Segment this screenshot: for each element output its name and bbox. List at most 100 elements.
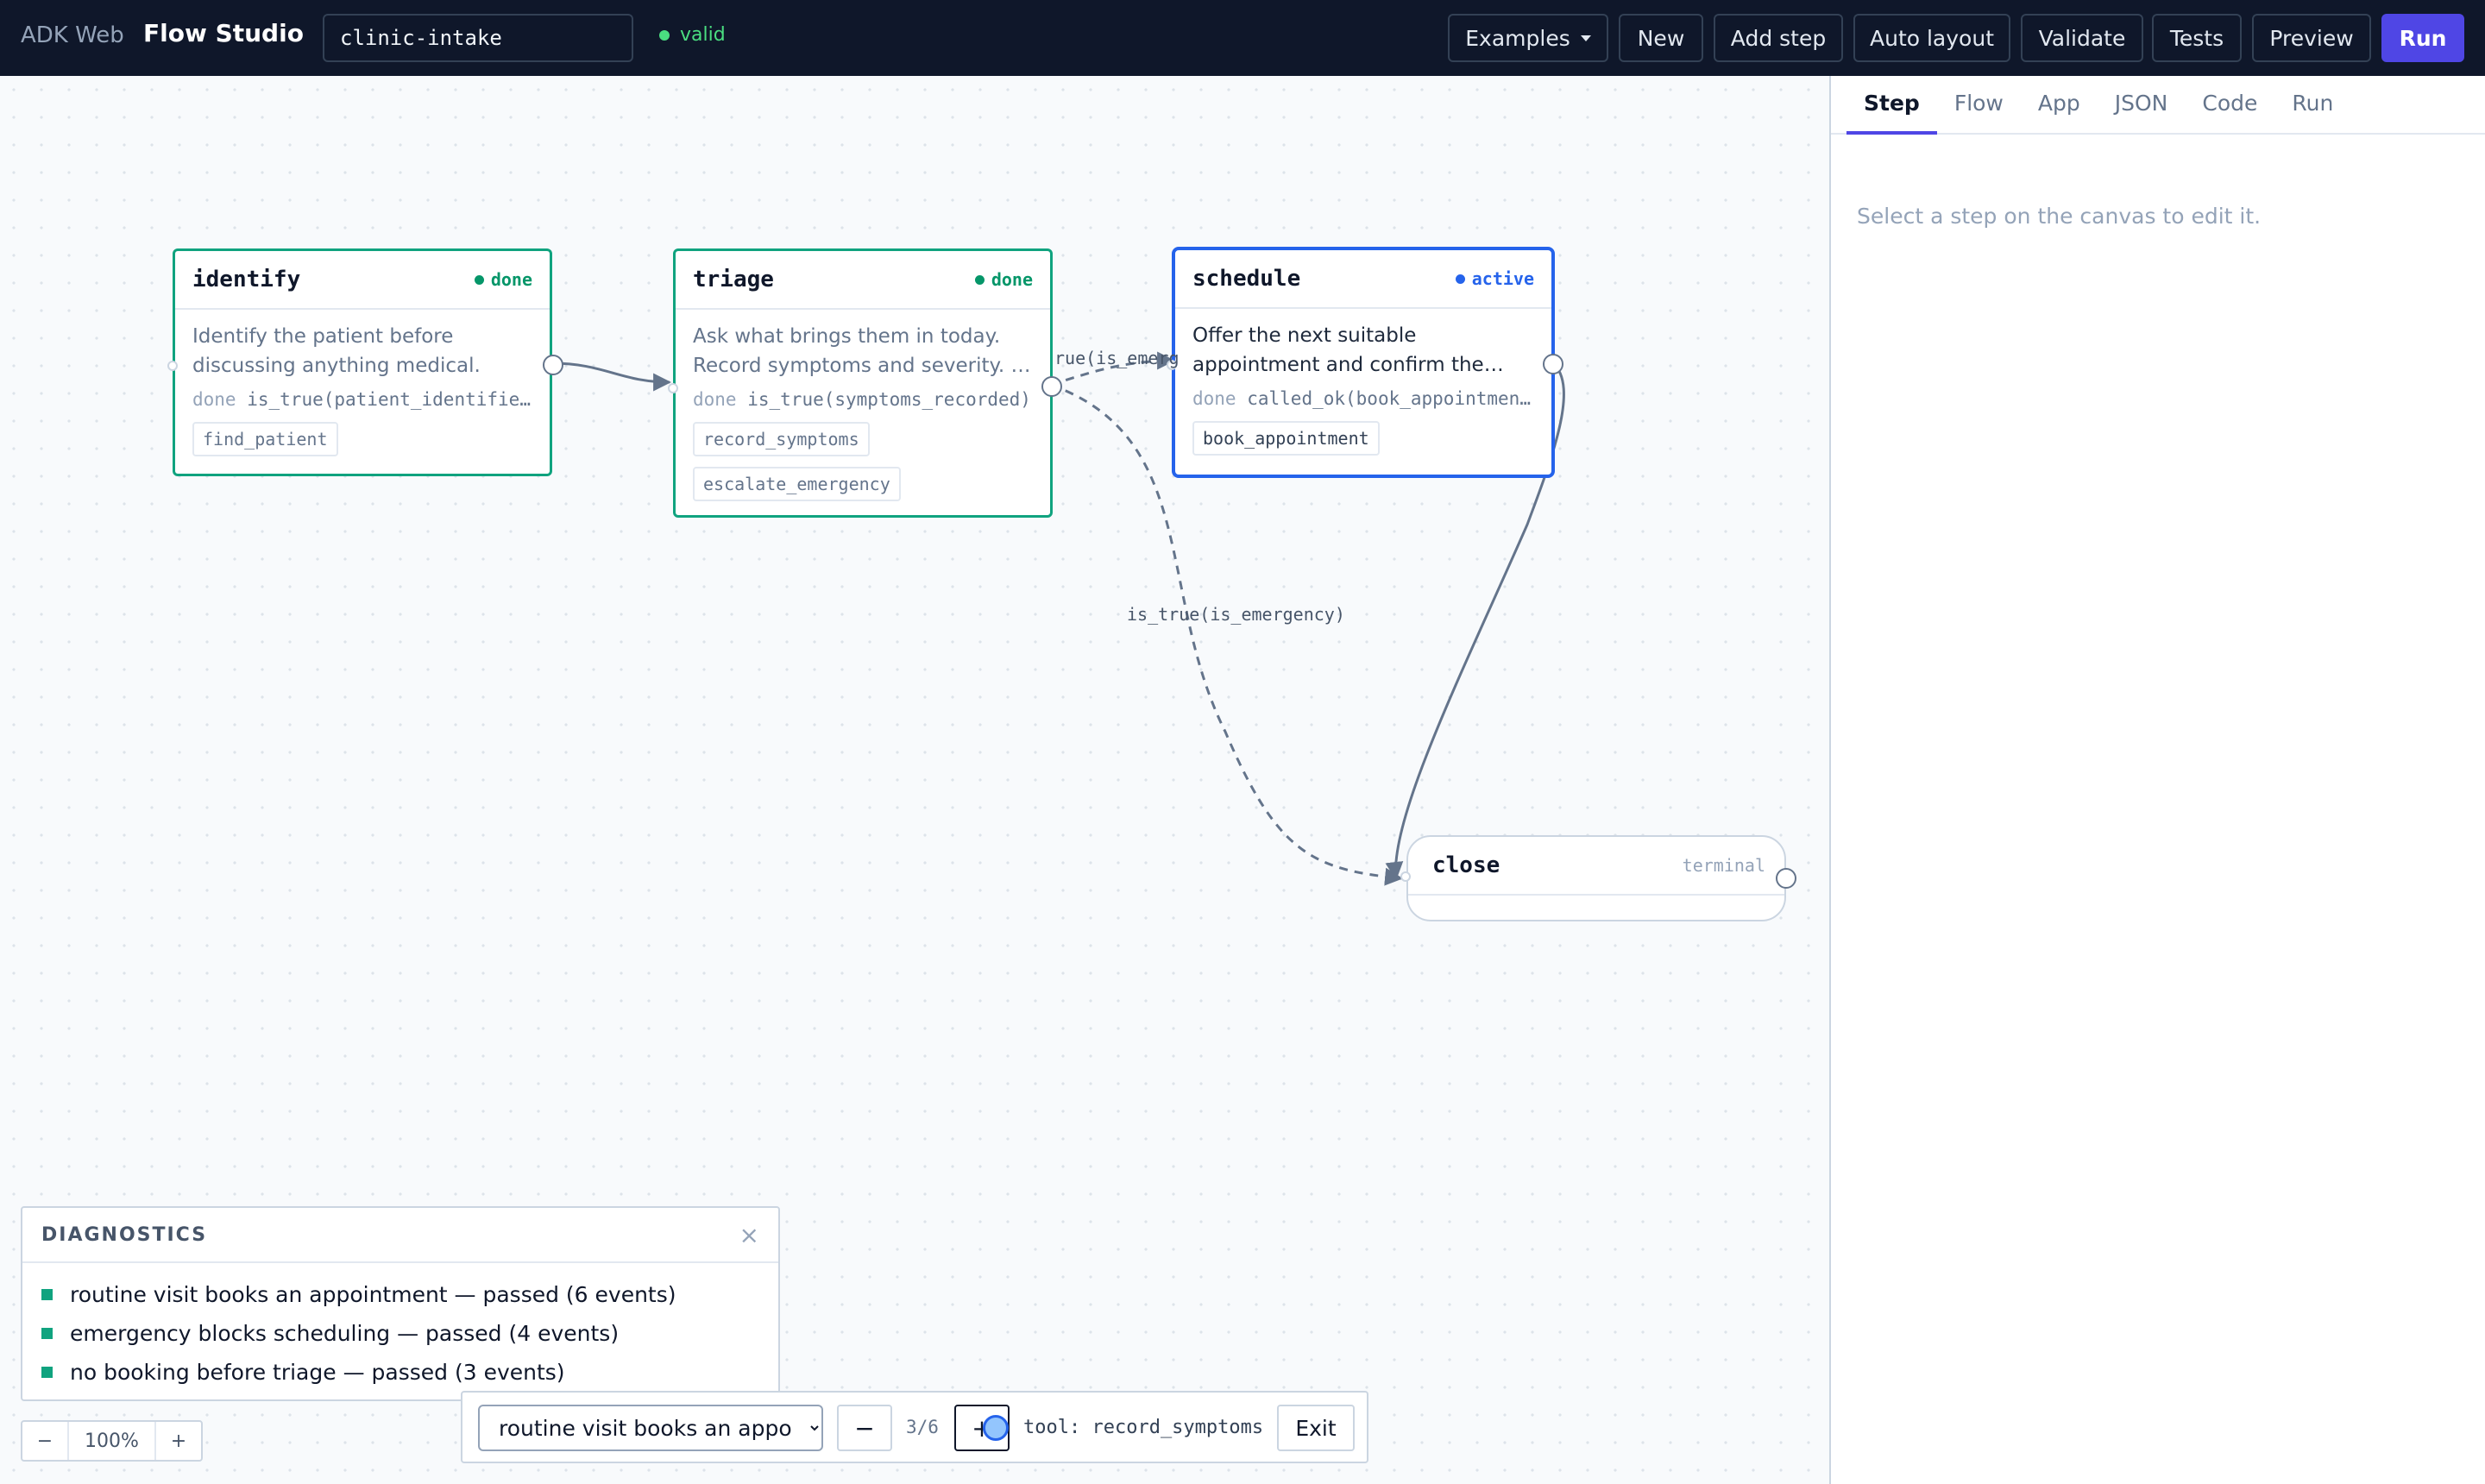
step-description: Identify the patient before discussing a… [192,325,481,377]
diagnostics-title: DIAGNOSTICS [41,1223,208,1246]
step-description: Ask what brings them in today. Record sy… [693,325,1031,377]
step-node-identify[interactable]: identify done Identify the patient befor… [167,248,563,476]
tab-json[interactable]: JSON [2098,91,2186,133]
validate-button[interactable]: Validate [2021,14,2143,62]
terminal-tag: terminal [1682,855,1765,876]
output-port[interactable] [543,355,563,375]
pass-square-icon [41,1328,53,1339]
tab-app[interactable]: App [2021,91,2098,133]
step-node-triage[interactable]: triage done Ask what brings them in toda… [668,248,1062,518]
tab-flow[interactable]: Flow [1937,91,2021,133]
step-name: triage [693,267,774,292]
auto-layout-button[interactable]: Auto layout [1853,14,2010,62]
tool-chip: find_patient [192,422,338,456]
step-header: schedule active [1175,250,1551,309]
status-dot-icon [474,274,484,285]
validation-label: valid [680,24,726,46]
diagnostic-item[interactable]: no booking before triage — passed (3 eve… [41,1353,759,1392]
status-dot-icon [1455,274,1465,284]
flow-name-input[interactable] [323,14,633,62]
edge-label-triage-schedule[interactable]: rue(is_emerg [1054,348,1180,368]
tab-code[interactable]: Code [2185,91,2274,133]
step-back-button[interactable]: − [837,1405,892,1451]
input-port[interactable] [1400,871,1411,882]
app-title: Flow Studio [143,19,304,47]
tool-chip: record_symptoms [693,422,870,456]
input-port[interactable] [167,361,178,371]
tab-step[interactable]: Step [1846,91,1937,135]
diagnostic-item[interactable]: emergency blocks scheduling — passed (4 … [41,1314,759,1353]
step-condition: done is_true(symptoms_recorded) [693,389,1033,410]
pass-square-icon [41,1367,53,1378]
condition-key: done [192,389,236,410]
tool-chip: escalate_emergency [693,467,901,501]
replay-position: 3/6 [906,1417,939,1437]
output-port[interactable] [1776,868,1796,889]
step-name: close [1432,852,1500,878]
zoom-out-button[interactable]: − [22,1422,67,1460]
valid-dot-icon [659,29,670,41]
status-badge: done [474,269,532,290]
run-button[interactable]: Run [2381,14,2464,62]
condition-expression: is_true(patient_identified) [247,389,532,410]
step-tools: record_symptoms escalate_emergency [693,422,1033,501]
step-condition: done called_ok(book_appointment) [1192,388,1534,409]
diagnostics-list: routine visit books an appointment — pas… [22,1263,778,1392]
step-tools: find_patient [192,422,532,456]
test-select[interactable]: routine visit books an appointment [478,1405,823,1451]
input-port[interactable] [668,383,678,393]
close-icon[interactable]: × [739,1221,759,1249]
diagnostic-item[interactable]: routine visit books an appointment — pas… [41,1275,759,1314]
inspector-tabs: Step Flow App JSON Code Run [1831,76,2485,135]
brand-subtitle: ADK Web [21,22,124,48]
empty-state-hint: Select a step on the canvas to edit it. [1857,204,2262,229]
output-port[interactable] [1543,354,1563,374]
step-header: triage done [676,251,1050,310]
diagnostics-header: DIAGNOSTICS × [22,1208,778,1263]
zoom-level: 100% [67,1422,156,1460]
status-dot-icon [974,274,985,285]
output-port[interactable] [1041,376,1062,397]
step-node-schedule[interactable]: schedule active Offer the next suitable … [1167,247,1563,478]
validation-status: valid [659,24,726,46]
diagnostic-text: emergency blocks scheduling — passed (4 … [70,1321,620,1346]
status-label: active [1471,268,1534,289]
new-button[interactable]: New [1619,14,1703,62]
tests-button[interactable]: Tests [2152,14,2242,62]
step-header: identify done [175,251,550,310]
status-badge: done [974,269,1033,290]
test-replay-bar: routine visit books an appointment − 3/6… [461,1391,1368,1463]
status-label: done [490,269,532,290]
step-name: identify [192,267,301,292]
step-tools: book_appointment [1192,421,1534,456]
cursor-indicator-icon [983,1415,1009,1441]
condition-expression: is_true(symptoms_recorded) [747,389,1031,410]
exit-replay-button[interactable]: Exit [1277,1405,1355,1451]
edge-label-triage-close[interactable]: is_true(is_emergency) [1127,604,1345,625]
diagnostics-panel: DIAGNOSTICS × routine visit books an app… [21,1206,780,1401]
diagnostic-text: routine visit books an appointment — pas… [70,1282,676,1307]
step-description: Offer the next suitable appointment and … [1192,324,1504,376]
tool-chip: book_appointment [1192,421,1380,456]
step-condition: done is_true(patient_identified) [192,389,532,410]
step-node-close[interactable]: close terminal [1400,835,1796,921]
status-label: done [991,269,1033,290]
zoom-in-button[interactable]: + [156,1422,201,1460]
preview-button[interactable]: Preview [2252,14,2371,62]
condition-key: done [693,389,737,410]
add-step-button[interactable]: Add step [1714,14,1843,62]
edge-identify-triage [551,362,672,392]
tab-run[interactable]: Run [2274,91,2350,133]
step-name: schedule [1192,266,1301,292]
top-bar: ADK Web Flow Studio valid Examples New A… [0,0,2485,76]
inspector-panel: Step Flow App JSON Code Run Select a ste… [1829,76,2485,1484]
condition-expression: called_ok(book_appointment) [1247,388,1534,409]
status-badge: active [1455,268,1534,289]
condition-key: done [1192,388,1236,409]
examples-dropdown[interactable]: Examples [1448,14,1608,62]
examples-label: Examples [1465,25,1570,51]
diagnostic-text: no booking before triage — passed (3 eve… [70,1360,565,1385]
zoom-control: − 100% + [21,1420,203,1462]
caret-down-icon [1580,35,1591,41]
pass-square-icon [41,1289,53,1300]
